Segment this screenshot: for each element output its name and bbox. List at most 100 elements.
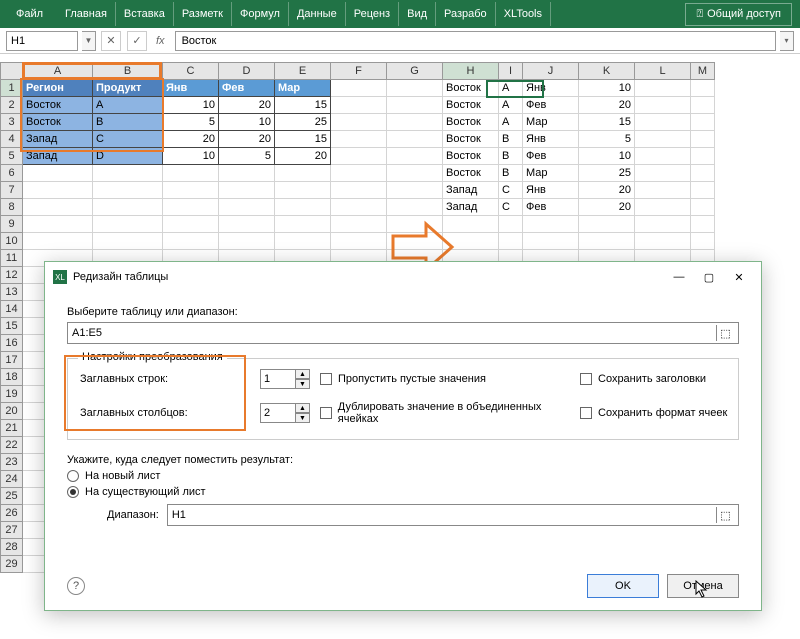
cell[interactable]: C xyxy=(499,199,523,216)
cell[interactable]: Янв xyxy=(523,182,579,199)
cell[interactable]: A xyxy=(499,80,523,97)
cell[interactable]: Фев xyxy=(523,199,579,216)
cell[interactable] xyxy=(579,216,635,233)
cell[interactable]: 10 xyxy=(163,97,219,114)
cell[interactable]: 25 xyxy=(579,165,635,182)
cell[interactable] xyxy=(635,216,691,233)
cell[interactable] xyxy=(443,216,499,233)
cell[interactable] xyxy=(691,131,715,148)
cell[interactable]: Янв xyxy=(163,80,219,97)
cell[interactable] xyxy=(499,216,523,233)
cell[interactable] xyxy=(163,216,219,233)
cell[interactable]: 15 xyxy=(579,114,635,131)
share-button[interactable]: ⍰Общий доступ xyxy=(685,3,792,26)
cell[interactable]: Запад xyxy=(443,199,499,216)
ribbon-tab-Разрабо[interactable]: Разрабо xyxy=(436,2,496,26)
ribbon-tab-Главная[interactable]: Главная xyxy=(57,2,116,26)
row-header[interactable]: 18 xyxy=(1,369,23,386)
row-header[interactable]: 9 xyxy=(1,216,23,233)
row-header[interactable]: 8 xyxy=(1,199,23,216)
ribbon-tab-Разметк[interactable]: Разметк xyxy=(174,2,232,26)
cell[interactable] xyxy=(635,114,691,131)
cell[interactable] xyxy=(579,233,635,250)
keep-headers-checkbox[interactable]: Сохранить заголовки xyxy=(580,373,780,385)
cell[interactable]: Восток xyxy=(443,148,499,165)
cancel-button[interactable]: Отмена xyxy=(667,574,739,598)
cell[interactable] xyxy=(635,199,691,216)
cell[interactable]: Восток xyxy=(443,80,499,97)
cell[interactable] xyxy=(23,165,93,182)
cell[interactable] xyxy=(635,148,691,165)
cell[interactable]: Янв xyxy=(523,131,579,148)
duplicate-merged-checkbox[interactable]: Дублировать значение в объединенных ячей… xyxy=(320,401,580,425)
cell[interactable]: Восток xyxy=(23,97,93,114)
cell[interactable]: Мар xyxy=(523,114,579,131)
row-header[interactable]: 3 xyxy=(1,114,23,131)
cell[interactable] xyxy=(387,182,443,199)
cell[interactable]: 15 xyxy=(275,97,331,114)
cell[interactable]: D xyxy=(93,148,163,165)
cell[interactable]: 20 xyxy=(275,148,331,165)
row-header[interactable]: 28 xyxy=(1,539,23,556)
cell[interactable] xyxy=(219,182,275,199)
cell[interactable]: Мар xyxy=(523,165,579,182)
cell[interactable]: Фев xyxy=(219,80,275,97)
row-header[interactable]: 25 xyxy=(1,488,23,505)
cell[interactable]: Восток xyxy=(443,165,499,182)
cell[interactable]: B xyxy=(499,165,523,182)
ribbon-tab-Формул[interactable]: Формул xyxy=(232,2,289,26)
cell[interactable] xyxy=(93,165,163,182)
name-box[interactable] xyxy=(6,31,78,51)
formula-bar[interactable] xyxy=(175,31,776,51)
cell[interactable] xyxy=(691,80,715,97)
row-header[interactable]: 21 xyxy=(1,420,23,437)
keep-format-checkbox[interactable]: Сохранить формат ячеек xyxy=(580,407,780,419)
range-picker-icon[interactable]: ⬚ xyxy=(716,325,734,341)
cell[interactable]: C xyxy=(93,131,163,148)
col-header[interactable]: H xyxy=(443,63,499,80)
row-header[interactable]: 16 xyxy=(1,335,23,352)
row-header[interactable]: 15 xyxy=(1,318,23,335)
cell[interactable]: Восток xyxy=(443,114,499,131)
cell[interactable] xyxy=(23,216,93,233)
cell[interactable] xyxy=(331,199,387,216)
cell[interactable] xyxy=(93,216,163,233)
cell[interactable]: 20 xyxy=(579,97,635,114)
cell[interactable]: B xyxy=(93,114,163,131)
radio-new-sheet[interactable]: На новый лист xyxy=(67,470,739,482)
minimize-icon[interactable]: — xyxy=(665,266,693,288)
cell[interactable]: Запад xyxy=(443,182,499,199)
row-header[interactable]: 13 xyxy=(1,284,23,301)
cell[interactable]: 15 xyxy=(275,131,331,148)
close-icon[interactable]: ✕ xyxy=(725,266,753,288)
cell[interactable] xyxy=(387,80,443,97)
cell[interactable]: B xyxy=(499,131,523,148)
cell[interactable] xyxy=(163,182,219,199)
fx-icon[interactable]: fx xyxy=(156,35,165,47)
cell[interactable]: Фев xyxy=(523,148,579,165)
cell[interactable] xyxy=(499,233,523,250)
row-header[interactable]: 22 xyxy=(1,437,23,454)
cell[interactable] xyxy=(691,182,715,199)
cell[interactable] xyxy=(23,182,93,199)
cell[interactable]: 25 xyxy=(275,114,331,131)
col-header[interactable]: K xyxy=(579,63,635,80)
col-header[interactable]: M xyxy=(691,63,715,80)
cell[interactable] xyxy=(523,233,579,250)
spin-down-icon[interactable]: ▼ xyxy=(296,413,310,423)
ribbon-tab-Файл[interactable]: Файл xyxy=(8,2,51,26)
col-header[interactable]: E xyxy=(275,63,331,80)
header-rows-spinner[interactable]: ▲▼ xyxy=(260,369,320,389)
cell[interactable] xyxy=(691,216,715,233)
cell[interactable] xyxy=(523,216,579,233)
cell[interactable] xyxy=(93,233,163,250)
cell[interactable]: 5 xyxy=(163,114,219,131)
cell[interactable] xyxy=(163,165,219,182)
col-header[interactable]: L xyxy=(635,63,691,80)
cell[interactable]: Мар xyxy=(275,80,331,97)
cell[interactable] xyxy=(219,216,275,233)
cell[interactable]: 10 xyxy=(579,148,635,165)
cell[interactable]: 10 xyxy=(579,80,635,97)
cell[interactable]: C xyxy=(499,182,523,199)
cell[interactable]: Янв xyxy=(523,80,579,97)
